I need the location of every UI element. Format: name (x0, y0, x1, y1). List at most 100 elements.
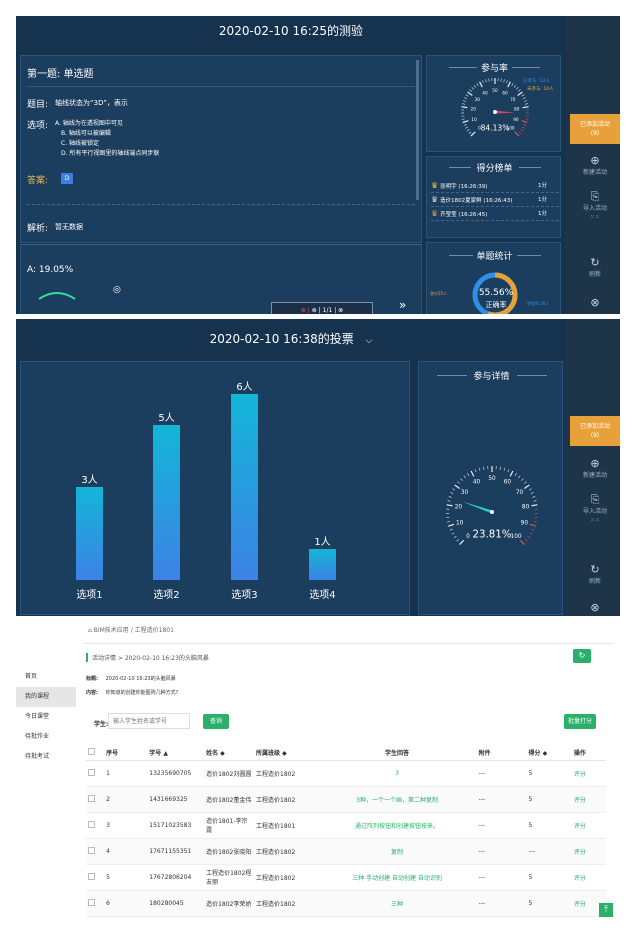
analysis-label: 解析: (27, 224, 49, 234)
vote-title: 2020-02-10 16:38的投票 (209, 332, 354, 346)
row-checkbox[interactable] (86, 890, 105, 917)
chevron-down-icon[interactable]: ⌵ (366, 336, 373, 346)
cell-score: 5 (526, 890, 572, 917)
question-text: 轴线状态为“3D”，表示 (55, 99, 128, 107)
import-activity-button[interactable]: ⎘ 导入活动 ⁙⁙ (570, 190, 620, 222)
cell-op[interactable]: 评分 (571, 864, 606, 891)
select-all-checkbox[interactable] (86, 746, 105, 761)
refresh-button[interactable]: ↻ 刷新 (570, 256, 620, 279)
batch-score-button[interactable]: 批量打分 (564, 714, 596, 729)
column-header[interactable]: 姓名 ◆ (204, 746, 255, 761)
menu-pending-homework[interactable]: 待批作业 (16, 727, 76, 747)
row-checkbox[interactable] (86, 760, 105, 787)
gauge-tick (449, 528, 453, 531)
menu-my-courses[interactable]: 我的课程 (16, 687, 76, 707)
gauge-tick (513, 84, 517, 88)
gauge-tick-label: 90 (513, 117, 519, 123)
gauge-tick (466, 129, 470, 132)
gauge-tick (521, 94, 525, 97)
gauge-tick-label: 10 (471, 117, 477, 123)
vote-title-bar[interactable]: 2020-02-10 16:38的投票 ⌵ (16, 324, 566, 354)
import-activity-button-2[interactable]: ⎘ 导入活动 ⁙⁙ (570, 493, 620, 525)
cell-op[interactable]: 评分 (571, 838, 606, 865)
row-checkbox[interactable] (86, 838, 105, 865)
crown-icon: ♛ (431, 181, 439, 190)
gauge-tick (522, 97, 526, 100)
gauge-tick (521, 120, 528, 124)
answer-badge: D (61, 173, 73, 184)
new-activity-button[interactable]: ⊕ 新建活动 (570, 154, 620, 177)
vote-bar-count: 6人 (236, 381, 252, 393)
menu-home[interactable]: 首页 (16, 667, 76, 687)
table-row: 3 15171023583 造价1801-李宗露 工程造价1801 通过阵列按钮和创建按… (86, 812, 606, 839)
close-button-2[interactable]: ⊗ (570, 601, 620, 615)
side-menu: 首页 我的课程 今日课堂 待批作业 待批考试 (16, 667, 76, 767)
row-checkbox[interactable] (86, 786, 105, 813)
next-button[interactable]: | ⊗ (334, 307, 343, 314)
top-breadcrumb[interactable]: ⌂ BIM技术应用 / 工程造价1801 (88, 625, 174, 634)
single-stats-card: 单题统计 答对35人 答错率:26人 55.56% 正确率 (426, 242, 561, 314)
gauge-tick (452, 488, 456, 491)
column-header[interactable]: 学号 ▲ (147, 746, 205, 761)
gauge-tick (511, 83, 514, 86)
cell-score: --- (526, 838, 572, 865)
eye-icon: ◎ (113, 285, 121, 295)
search-input[interactable] (108, 713, 190, 729)
cell-op[interactable]: 评分 (571, 786, 606, 813)
cell-score: 5 (526, 864, 572, 891)
gauge-tick (479, 81, 483, 88)
cell-answer: 通过阵列按钮和创建按钮按来。 (317, 812, 477, 839)
back-to-top-icon[interactable]: ⤒ (599, 903, 613, 917)
question-heading: 第一题: 单选题 (27, 69, 94, 80)
menu-today-class[interactable]: 今日课堂 (16, 707, 76, 727)
cell-name: 造价1802董金伟 (204, 786, 255, 813)
column-header: 操作 (571, 746, 606, 761)
gauge-tick (482, 80, 484, 84)
pager-count: 1/1 (322, 307, 333, 314)
column-header[interactable]: 得分 ◆ (526, 746, 572, 761)
vote-bar-category: 选项2 (153, 588, 179, 601)
gauge-tick (518, 475, 521, 479)
answers-table: 序号 学号 ▲ 姓名 ◆ 所属班级 ◆ 学生回答 附件 得分 ◆ 操作 1 1323569070… (86, 746, 606, 917)
cell-score: 5 (526, 786, 572, 813)
cell-att: --- (476, 786, 527, 813)
joined-activity-button-2[interactable]: 已添加活动 (9) (570, 416, 620, 446)
new-activity-button-2[interactable]: ⊕ 新建活动 (570, 457, 620, 480)
scrollbar[interactable] (416, 60, 419, 200)
search-button[interactable]: 查询 (203, 714, 229, 729)
table-row: 5 17672806204 工程造价1802程友丽 工程造价1802 三种 手动创建 自… (86, 864, 606, 891)
gauge-tick (518, 89, 521, 92)
wrong-count: 答错率:26人 (527, 301, 550, 306)
gauge-tick (524, 481, 527, 484)
gauge-tick-label: 20 (471, 107, 477, 113)
gauge-tick (529, 532, 533, 535)
leaderboard-name: 造价1802夏家鲜 (16:26:43) (440, 198, 513, 204)
leaderboard-score: 1分 (538, 197, 547, 203)
correct-count: 答对35人 (430, 291, 448, 296)
cell-op[interactable]: 评分 (571, 760, 606, 787)
refresh-button-2[interactable]: ↻ 刷新 (570, 563, 620, 586)
gauge-tick-label: 10 (456, 521, 464, 527)
gauge-tick (520, 129, 524, 132)
joined-activity-button[interactable]: 已添加活动 (9) (570, 114, 620, 144)
cell-op[interactable]: 评分 (571, 812, 606, 839)
gauge-tick (522, 106, 529, 109)
title-label: 标题: (86, 676, 98, 682)
row-checkbox[interactable] (86, 864, 105, 891)
gauge-tick (463, 124, 467, 126)
close-button[interactable]: ⊗ (570, 296, 620, 310)
column-header[interactable]: 所属班级 ◆ (254, 746, 318, 761)
gauge-needle (494, 110, 515, 114)
gauge-tick (518, 131, 522, 134)
gauge-tick (527, 535, 531, 539)
close-small-icon[interactable]: ⊗ | (312, 307, 321, 314)
menu-pending-exam[interactable]: 待批考试 (16, 747, 76, 767)
expand-right-icon[interactable]: » (399, 298, 406, 312)
vote-bar (231, 394, 258, 580)
row-checkbox[interactable] (86, 812, 105, 839)
pager: ⊗ | ⊗ | 1/1 | ⊗ (271, 302, 373, 314)
answer-label: 答案: (27, 176, 49, 186)
prev-button[interactable]: ⊗ | (301, 307, 310, 314)
cell-score: 5 (526, 812, 572, 839)
refresh-icon[interactable]: ↻ (573, 649, 591, 663)
